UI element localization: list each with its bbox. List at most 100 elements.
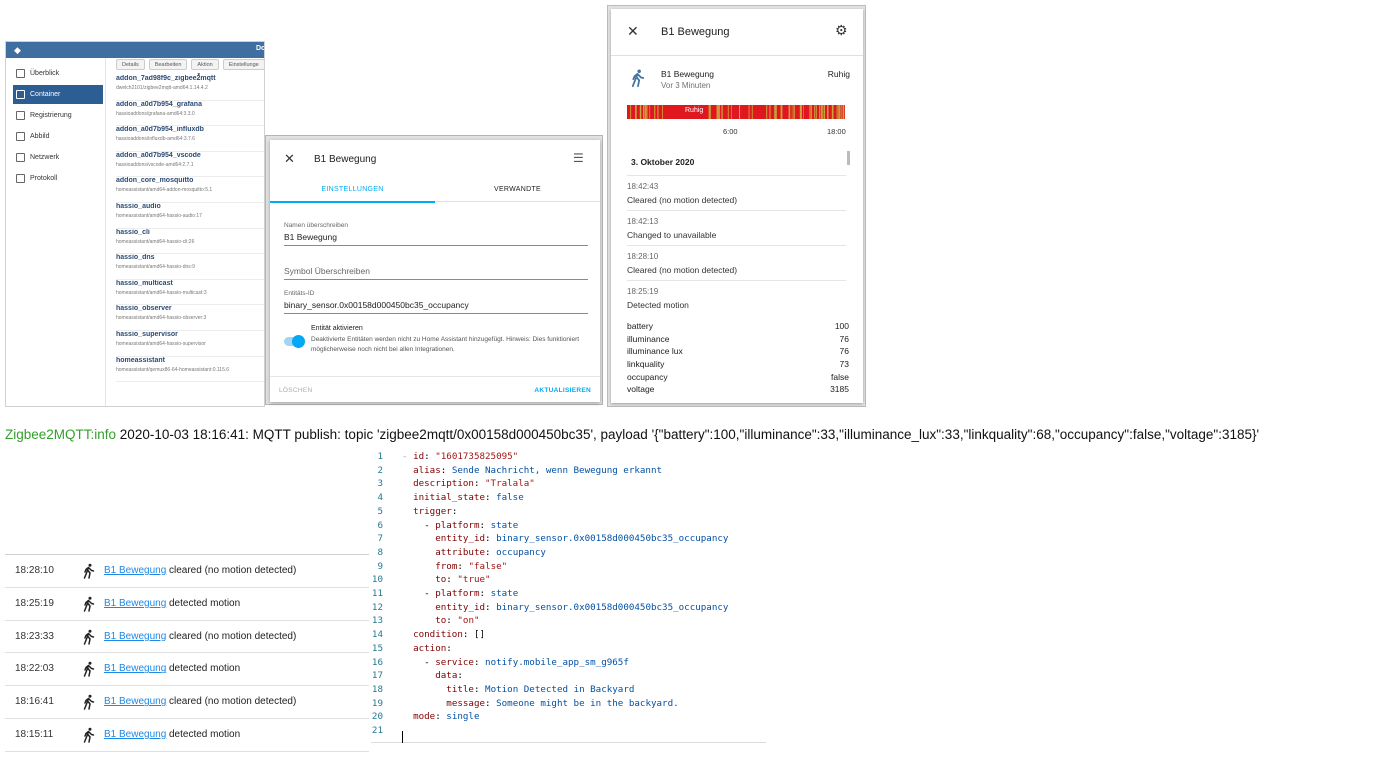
sidebar-item-protokoll[interactable]: Protokoll: [13, 169, 103, 188]
code-token: "on": [457, 615, 480, 627]
code-token: -: [413, 588, 436, 599]
timeline-segment-on: [731, 105, 732, 119]
gear-icon[interactable]: ⚙: [835, 22, 848, 39]
entity-id-input[interactable]: binary_sensor.0x00158d000450bc35_occupan…: [284, 300, 588, 314]
toolbar-button[interactable]: Einstellunge: [222, 59, 264, 70]
code-token: :: [457, 560, 469, 572]
sidebar-item-container[interactable]: Container: [13, 85, 103, 104]
container-icon: [16, 90, 25, 99]
scrollbar[interactable]: [847, 151, 850, 165]
container-list-item[interactable]: addon_7ad98f9c_zigbee2mqtt dwelch2101/zig…: [116, 75, 264, 101]
timeline-segment-on: [793, 105, 795, 119]
logbook-entity-link[interactable]: B1 Bewegung: [104, 598, 166, 609]
code-line: to: "on": [402, 615, 480, 627]
container-list-item[interactable]: hassio_supervisor homeassistant/amd64-has…: [116, 331, 264, 357]
container-list-item[interactable]: homeassistant homeassistant/qemux86-64-ho…: [116, 357, 264, 383]
container-name[interactable]: homeassistant: [116, 357, 264, 364]
tab-related[interactable]: VERWANDTE: [435, 186, 600, 193]
timeline-segment-on: [814, 105, 816, 119]
toolbar-button[interactable]: Bearbeiten: [148, 59, 188, 70]
container-manager-header: ◆ Do: [6, 42, 264, 58]
container-name[interactable]: addon_a0d7b954_grafana: [116, 101, 264, 108]
name-override-input[interactable]: B1 Bewegung: [284, 232, 588, 246]
tune-icon[interactable]: ☰: [573, 151, 584, 165]
container-name[interactable]: hassio_cli: [116, 229, 264, 236]
sidebar-item-netzwerk[interactable]: Netzwerk: [13, 148, 103, 167]
code-token: :: [446, 642, 452, 654]
sidebar-item-label: Netzwerk: [30, 154, 60, 161]
timeline-label: Ruhig: [685, 107, 704, 114]
container-name[interactable]: addon_7ad98f9c_zigbee2mqtt: [116, 75, 264, 82]
event-time: 18:25:19: [627, 287, 659, 296]
logbook-entity-link[interactable]: B1 Bewegung: [104, 729, 166, 740]
code-line: initial_state: false: [402, 492, 524, 503]
sidebar-item-label: Überblick: [30, 70, 60, 77]
code-line: from: "false": [402, 561, 507, 572]
code-token: action: [413, 642, 447, 654]
timeline-segment-on: [751, 105, 753, 119]
container-name[interactable]: hassio_multicast: [116, 280, 264, 287]
icon-override-input[interactable]: Symbol Überschreiben: [284, 266, 588, 280]
whale-logo-icon: ◆: [14, 45, 21, 55]
yaml-code-editor[interactable]: 1 - id: "1601735825095" 2 alias: Sende Nac…: [371, 449, 766, 743]
attribute-value: false: [831, 371, 849, 382]
sidebar-item-registrierung[interactable]: Registrierung: [13, 106, 103, 125]
container-list-item[interactable]: addon_a0d7b954_influxdb hassioaddons/infl…: [116, 126, 264, 152]
container-name[interactable]: addon_core_mosquitto: [116, 177, 264, 184]
history-event: 18:28:10 Cleared (no motion detected): [627, 245, 846, 279]
code-line: trigger:: [402, 506, 457, 517]
container-name[interactable]: hassio_audio: [116, 203, 264, 210]
code-token: -: [413, 519, 436, 531]
container-image: hassioaddons/influxdb-amd64:3.7.6: [116, 136, 195, 143]
date-header: 3. Oktober 2020: [631, 157, 695, 167]
container-list-item[interactable]: addon_a0d7b954_grafana hassioaddons/grafa…: [116, 101, 264, 127]
code-token: binary_sensor.0x00158d000450bc35_occupan…: [496, 601, 729, 613]
sidebar-item-überblick[interactable]: Überblick: [13, 64, 103, 83]
timeline-segment-on: [654, 105, 656, 119]
container-list-item[interactable]: hassio_observer homeassistant/amd64-hassi…: [116, 305, 264, 331]
container-list-item[interactable]: addon_a0d7b954_vscode hassioaddons/vscode…: [116, 152, 264, 178]
timeline-segment-on: [788, 105, 791, 119]
tab-settings[interactable]: EINSTELLUNGEN: [270, 186, 435, 203]
update-button[interactable]: AKTUALISIEREN: [534, 387, 591, 394]
logbook-entity-link[interactable]: B1 Bewegung: [104, 696, 166, 707]
event-message: Cleared (no motion detected): [627, 195, 738, 205]
container-list-item[interactable]: hassio_multicast homeassistant/amd64-hass…: [116, 280, 264, 306]
toolbar-button[interactable]: Aktion ▾: [191, 59, 219, 78]
delete-button[interactable]: LÖSCHEN: [279, 387, 313, 394]
code-token: :: [457, 670, 463, 682]
close-icon[interactable]: ✕: [627, 23, 639, 40]
last-changed: Vor 3 Minuten: [661, 81, 711, 90]
container-list-item[interactable]: hassio_audio homeassistant/amd64-hassio-a…: [116, 203, 264, 229]
toolbar-button[interactable]: Details: [116, 59, 145, 70]
line-number: 8: [377, 546, 383, 558]
attribute-row: illuminance lux 76: [627, 346, 849, 359]
logbook-entry: 18:15:11 B1 Bewegung detected motion: [5, 717, 369, 751]
container-name[interactable]: hassio_dns: [116, 254, 264, 261]
container-name[interactable]: addon_a0d7b954_vscode: [116, 152, 264, 159]
sidebar: Überblick Container Registrierung Abbild Net…: [6, 58, 106, 406]
container-name[interactable]: hassio_supervisor: [116, 331, 264, 338]
name-override-label: Namen überschreiben: [284, 222, 348, 229]
logbook-entity-link[interactable]: B1 Bewegung: [104, 631, 166, 642]
logbook-entity-link[interactable]: B1 Bewegung: [104, 663, 166, 674]
logbook-entity-link[interactable]: B1 Bewegung: [104, 565, 166, 576]
code-line: entity_id: binary_sensor.0x00158d000450b…: [402, 533, 728, 544]
code-token: description: [413, 478, 474, 490]
container-list-item[interactable]: addon_core_mosquitto homeassistant/amd64-…: [116, 177, 264, 203]
container-name[interactable]: hassio_observer: [116, 305, 264, 312]
container-image: homeassistant/amd64-hassio-dns:9: [116, 264, 195, 271]
enable-entity-toggle[interactable]: [284, 335, 305, 348]
code-line: alias: Sende Nachricht, wenn Bewegung er…: [402, 465, 662, 476]
container-list-item[interactable]: hassio_cli homeassistant/amd64-hassio-cli…: [116, 229, 264, 255]
container-list-item[interactable]: hassio_dns homeassistant/amd64-hassio-dns…: [116, 254, 264, 280]
logbook-time: 18:22:03: [15, 663, 54, 675]
walking-person-icon: [83, 628, 95, 646]
close-icon[interactable]: ✕: [284, 151, 295, 167]
state-timeline[interactable]: Ruhig: [627, 105, 845, 119]
container-name[interactable]: addon_a0d7b954_influxdb: [116, 126, 264, 133]
sidebar-item-abbild[interactable]: Abbild: [13, 127, 103, 146]
